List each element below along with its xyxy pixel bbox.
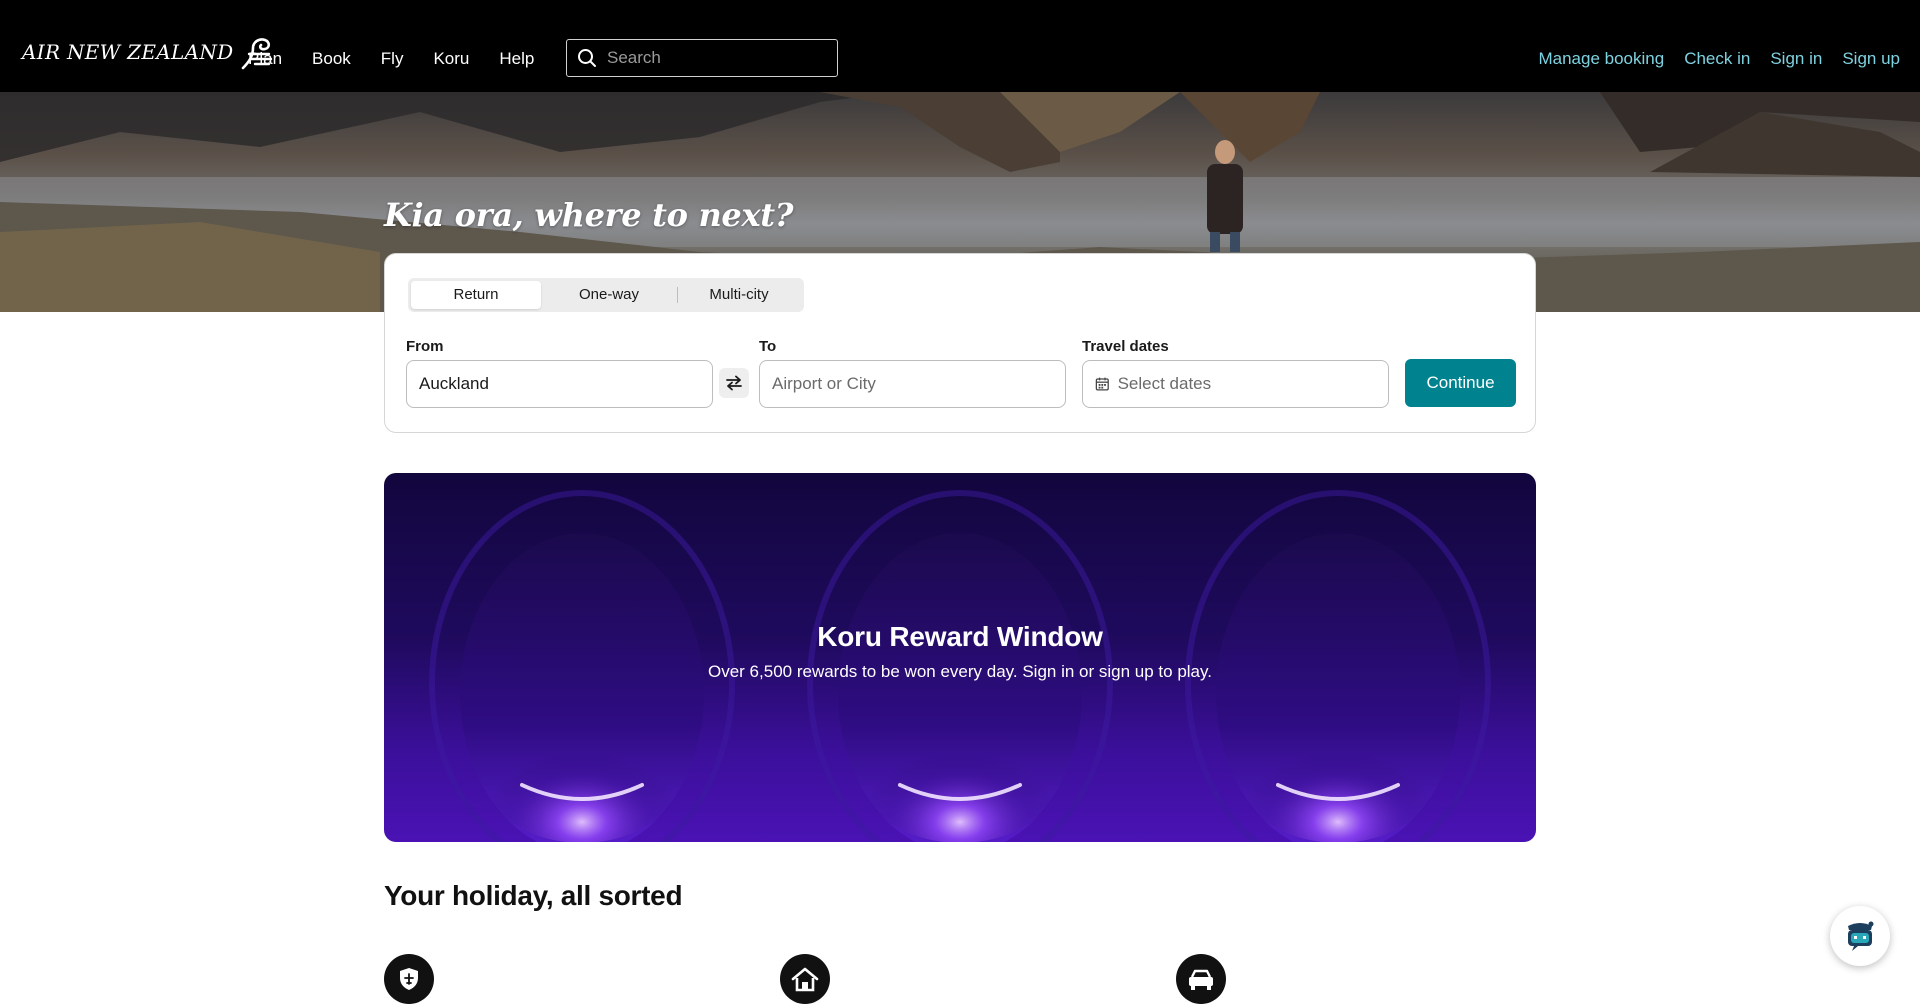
brand-name: AIR NEW ZEALAND xyxy=(22,40,234,64)
trip-type-selector: Return One-way Multi-city xyxy=(408,278,804,312)
hero-title: Kia ora, where to next? xyxy=(384,196,794,234)
account-links: Manage booking Check in Sign in Sign up xyxy=(1518,48,1900,70)
chat-assistant-button[interactable] xyxy=(1830,906,1890,966)
chatbot-icon xyxy=(1848,921,1874,951)
to-field[interactable] xyxy=(759,360,1066,408)
sign-in-link[interactable]: Sign in xyxy=(1770,48,1822,70)
air-new-zealand-logo[interactable]: AIR NEW ZEALAND xyxy=(22,34,273,70)
from-label: From xyxy=(406,338,444,355)
top-navigation-bar: AIR NEW ZEALAND Plan Book Fly Koru Help … xyxy=(0,0,1920,92)
nav-help[interactable]: Help xyxy=(499,48,534,70)
nav-book[interactable]: Book xyxy=(312,48,351,70)
nav-fly[interactable]: Fly xyxy=(381,48,404,70)
koru-reward-window-banner[interactable]: Koru Reward Window Over 6,500 rewards to… xyxy=(384,473,1536,842)
site-search[interactable] xyxy=(566,39,838,77)
car-icon xyxy=(1176,954,1226,1004)
tab-return[interactable]: Return xyxy=(411,281,541,309)
travel-dates-label: Travel dates xyxy=(1082,338,1169,355)
nav-plan[interactable]: Plan xyxy=(248,48,282,70)
to-label: To xyxy=(759,338,777,355)
from-field[interactable] xyxy=(406,360,713,408)
holiday-section-title: Your holiday, all sorted xyxy=(384,880,683,911)
manage-booking-link[interactable]: Manage booking xyxy=(1538,48,1664,70)
koru-banner-title: Koru Reward Window xyxy=(817,621,1103,652)
search-icon xyxy=(578,49,596,67)
calendar-icon xyxy=(1095,377,1109,391)
swap-airports-button[interactable] xyxy=(719,368,749,398)
koru-banner-subtitle: Over 6,500 rewards to be won every day. … xyxy=(708,662,1212,681)
continue-button[interactable]: Continue xyxy=(1405,359,1516,407)
to-input[interactable] xyxy=(760,374,1065,394)
tab-one-way[interactable]: One-way xyxy=(541,281,677,309)
insurance-shield-plane-icon xyxy=(384,954,434,1004)
search-input[interactable] xyxy=(607,48,827,68)
from-input[interactable] xyxy=(407,374,712,394)
check-in-link[interactable]: Check in xyxy=(1684,48,1750,70)
travel-dates-input[interactable] xyxy=(1109,374,1388,394)
travel-dates-field[interactable] xyxy=(1082,360,1389,408)
home-icon xyxy=(780,954,830,1004)
tab-multi-city[interactable]: Multi-city xyxy=(677,281,801,309)
primary-nav: Plan Book Fly Koru Help xyxy=(248,48,564,70)
nav-koru[interactable]: Koru xyxy=(433,48,469,70)
swap-arrows-icon xyxy=(726,375,742,391)
flight-search-card: Return One-way Multi-city From To Travel… xyxy=(384,253,1536,433)
airplane-windows-illustration xyxy=(429,490,1491,842)
sign-up-link[interactable]: Sign up xyxy=(1842,48,1900,70)
